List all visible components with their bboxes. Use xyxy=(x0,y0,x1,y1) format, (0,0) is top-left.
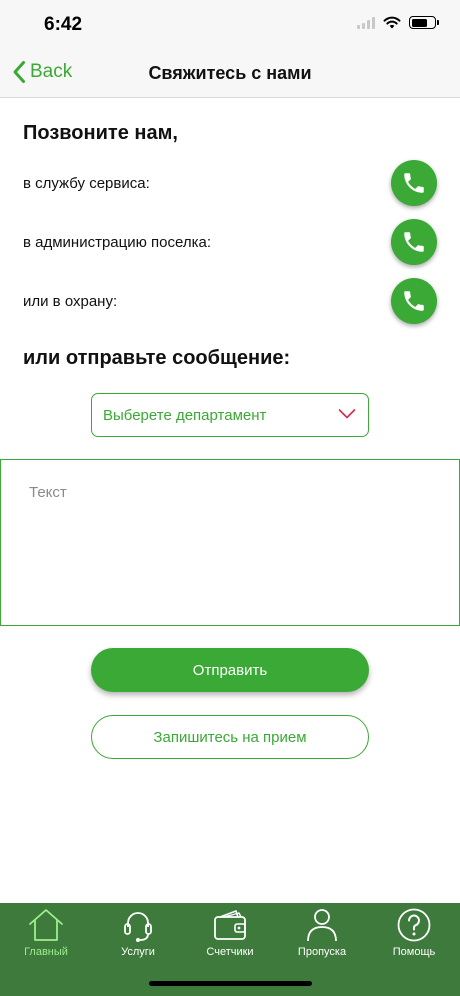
call-row-label-service: в службу сервиса: xyxy=(23,175,150,192)
home-indicator xyxy=(149,981,312,986)
wallet-icon xyxy=(214,910,246,940)
tab-passes-label: Пропуска xyxy=(297,946,347,958)
signal-icon xyxy=(357,16,375,29)
message-heading: или отправьте сообщение: xyxy=(23,347,291,369)
tab-home-label: Главный xyxy=(24,946,68,958)
tab-meters-label: Счетчики xyxy=(206,946,254,958)
department-select[interactable]: Выберете департамент xyxy=(91,393,369,437)
department-select-value: Выберете департамент xyxy=(103,407,267,424)
phone-icon xyxy=(404,232,424,252)
message-textarea-placeholder: Текст xyxy=(29,484,67,501)
call-service-button[interactable] xyxy=(391,160,437,206)
call-row-label-administration: в администрацию поселка: xyxy=(23,234,211,251)
tab-help-label: Помощь xyxy=(392,946,436,958)
send-button[interactable]: Отправить xyxy=(91,648,369,692)
call-security-button[interactable] xyxy=(391,278,437,324)
message-textarea[interactable]: Текст xyxy=(0,459,460,626)
chevron-down-icon xyxy=(338,409,356,419)
tab-help[interactable]: Помощь xyxy=(368,907,460,958)
call-heading: Позвоните нам, xyxy=(23,122,178,144)
nav-bar: Back Свяжитесь с нами xyxy=(0,48,460,98)
tab-home[interactable]: Главный xyxy=(0,907,92,958)
call-administration-button[interactable] xyxy=(391,219,437,265)
status-bar: 6:42 xyxy=(0,0,460,48)
call-row-label-security: или в охрану: xyxy=(23,293,118,310)
battery-icon xyxy=(409,16,439,29)
page-title: Свяжитесь с нами xyxy=(148,63,312,83)
tab-passes[interactable]: Пропуска xyxy=(276,907,368,958)
phone-icon xyxy=(404,291,424,311)
phone-icon xyxy=(404,173,424,193)
help-icon xyxy=(397,908,431,942)
tab-services-label: Услуги xyxy=(121,946,155,958)
tab-services[interactable]: Услуги xyxy=(92,907,184,958)
tab-meters[interactable]: Счетчики xyxy=(184,907,276,958)
person-icon xyxy=(307,909,337,942)
appointment-button[interactable]: Запишитесь на прием xyxy=(91,715,369,759)
status-icons xyxy=(357,16,439,29)
status-time: 6:42 xyxy=(44,14,83,35)
headset-icon xyxy=(124,912,152,942)
wifi-icon xyxy=(383,16,401,29)
home-icon xyxy=(29,909,63,941)
